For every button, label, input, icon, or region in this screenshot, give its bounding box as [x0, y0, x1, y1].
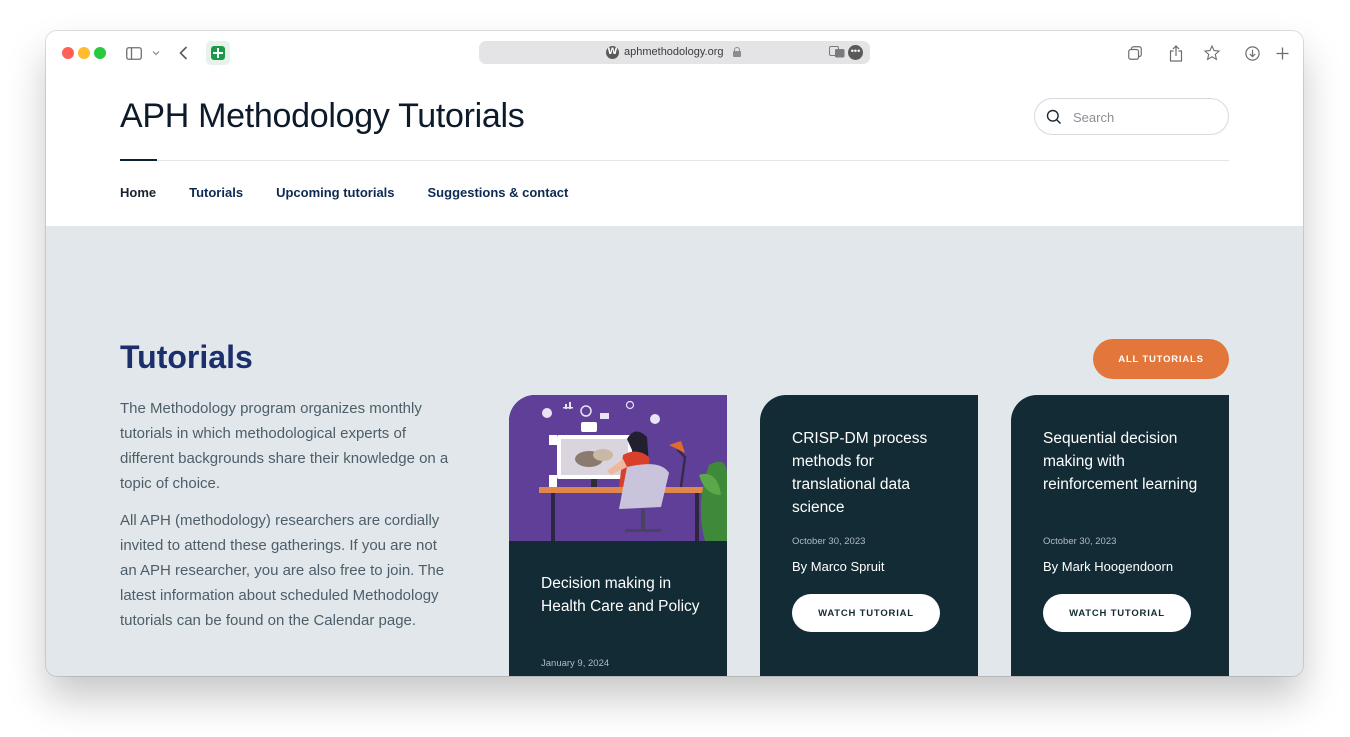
zoom-window-button[interactable]: [94, 47, 106, 59]
tab-overview-icon[interactable]: [1125, 41, 1145, 65]
tutorial-card[interactable]: CRISP-DM process methods for translation…: [760, 395, 978, 676]
site-header: APH Methodology Tutorials Home Tutorials…: [46, 75, 1303, 226]
translate-icon[interactable]: [829, 46, 845, 59]
main-nav: Home Tutorials Upcoming tutorials Sugges…: [120, 185, 601, 200]
sidebar-toggle-icon[interactable]: [124, 41, 144, 65]
card-title[interactable]: Sequential decision making with reinforc…: [1043, 427, 1208, 496]
card-author: By Mark Hoogendoorn: [1043, 559, 1174, 574]
chevron-down-icon[interactable]: [150, 41, 162, 65]
url-text: aphmethodology.org: [624, 46, 724, 58]
intro-paragraph: The Methodology program organizes monthl…: [120, 400, 449, 492]
browser-window: W aphmethodology.org ••• APH Methodology…: [46, 31, 1303, 676]
back-arrow-icon[interactable]: [174, 41, 192, 65]
address-bar[interactable]: W aphmethodology.org •••: [479, 41, 870, 64]
all-tutorials-button[interactable]: ALL TUTORIALS: [1093, 339, 1229, 379]
share-icon[interactable]: [1166, 41, 1186, 65]
tutorial-card[interactable]: Sequential decision making with reinforc…: [1011, 395, 1229, 676]
browser-toolbar: W aphmethodology.org •••: [46, 31, 1303, 75]
card-title[interactable]: CRISP-DM process methods for translation…: [792, 427, 957, 519]
minimize-window-button[interactable]: [78, 47, 90, 59]
card-date: January 9, 2024: [541, 658, 610, 669]
nav-item-upcoming-tutorials[interactable]: Upcoming tutorials: [276, 185, 394, 200]
new-tab-icon[interactable]: [1272, 41, 1292, 65]
nav-item-tutorials[interactable]: Tutorials: [189, 185, 243, 200]
lock-icon: [733, 47, 741, 57]
tab-group-icon[interactable]: [206, 41, 230, 65]
watch-tutorial-button[interactable]: WATCH TUTORIAL: [1043, 594, 1191, 632]
search-input[interactable]: [1073, 108, 1213, 126]
tutorials-section: Tutorials The Methodology program organi…: [46, 226, 1303, 676]
desk-illustration-image: [509, 395, 727, 541]
intro-paragraph: All APH (methodology) researchers are co…: [120, 512, 445, 629]
search-box[interactable]: [1034, 98, 1229, 135]
download-icon[interactable]: [1242, 41, 1262, 65]
nav-item-home[interactable]: Home: [120, 185, 156, 200]
card-date: October 30, 2023: [1043, 536, 1117, 547]
card-title[interactable]: Decision making in Health Care and Polic…: [541, 572, 706, 618]
bookmark-star-icon[interactable]: [1202, 41, 1222, 65]
watch-tutorial-button[interactable]: WATCH TUTORIAL: [792, 594, 940, 632]
screen: W aphmethodology.org ••• APH Methodology…: [0, 0, 1350, 737]
header-accent-line: [120, 159, 157, 161]
card-author: By Marco Spruit: [792, 559, 885, 574]
tutorial-card[interactable]: Decision making in Health Care and Polic…: [509, 395, 727, 676]
header-divider: [120, 160, 1229, 161]
nav-item-suggestions-contact[interactable]: Suggestions & contact: [428, 185, 569, 200]
site-title[interactable]: APH Methodology Tutorials: [120, 97, 525, 136]
section-title: Tutorials: [120, 339, 253, 375]
close-window-button[interactable]: [62, 47, 74, 59]
search-icon: [1046, 109, 1062, 125]
intro-text: The Methodology program organizes monthl…: [120, 396, 450, 645]
wordpress-icon: W: [606, 46, 619, 59]
more-options-icon[interactable]: •••: [848, 45, 863, 60]
card-date: October 30, 2023: [792, 536, 866, 547]
